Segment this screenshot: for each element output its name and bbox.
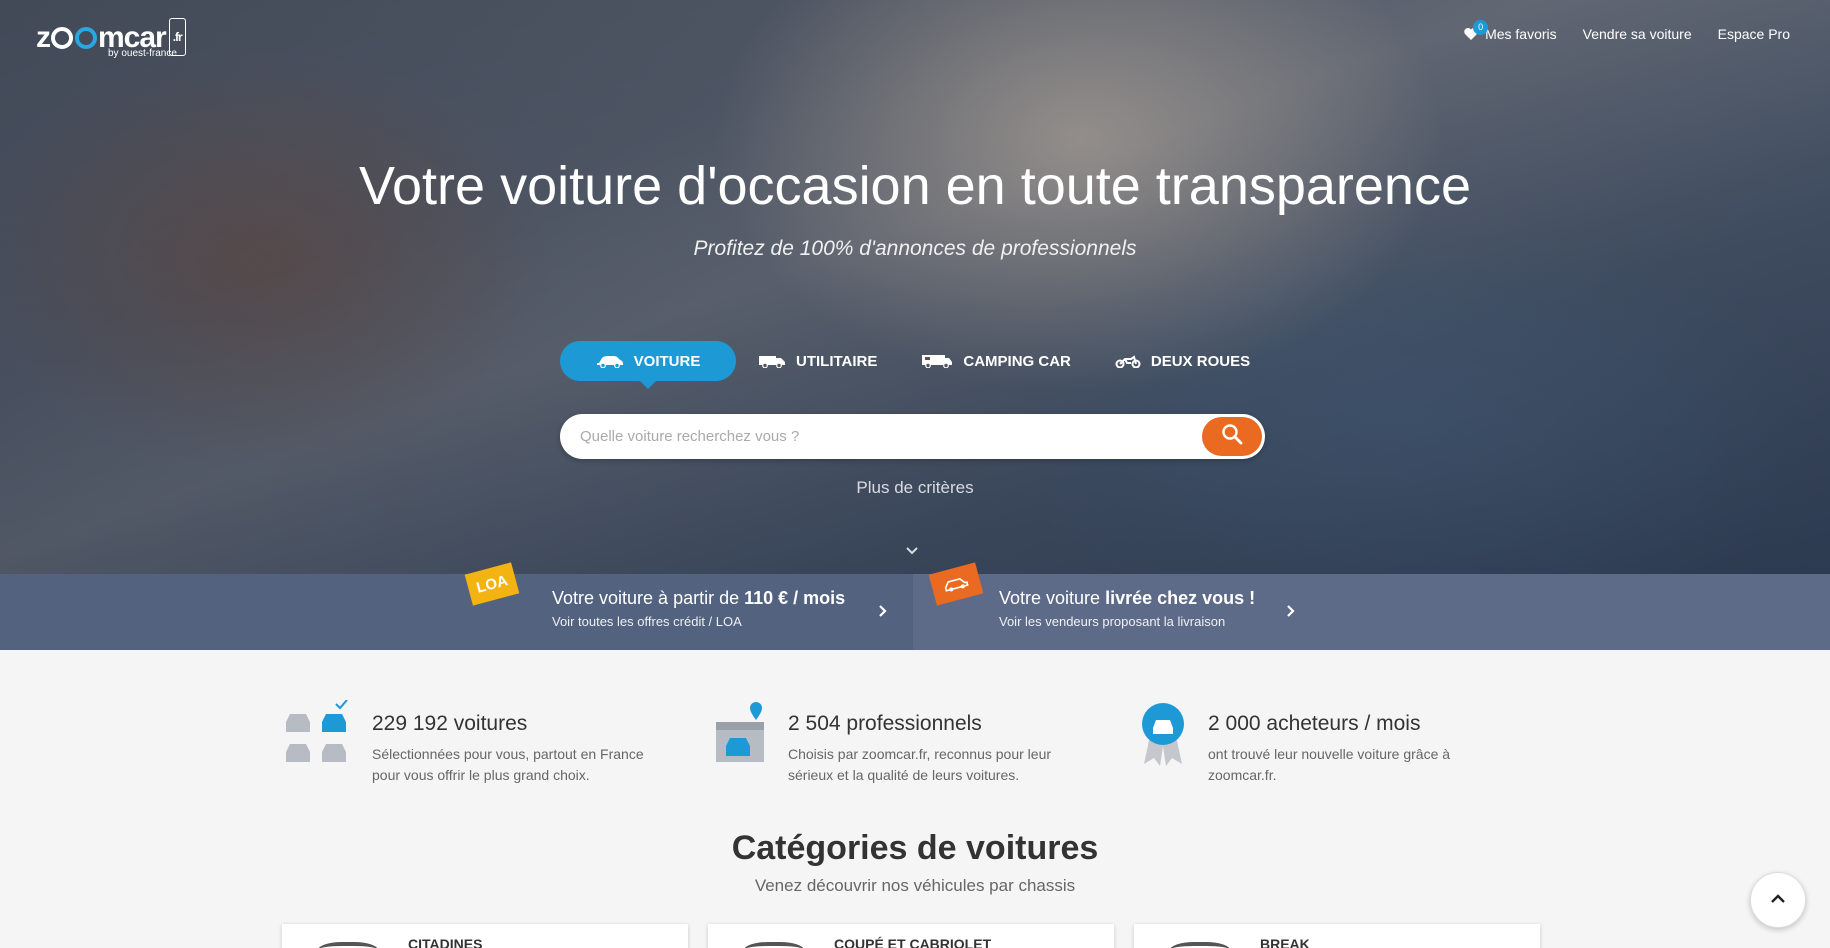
car-thumbnail bbox=[1170, 942, 1230, 948]
tab-voiture[interactable]: VOITURE bbox=[560, 341, 736, 389]
chevron-right-icon bbox=[1286, 604, 1296, 623]
favorites-link[interactable]: 0 Mes favoris bbox=[1463, 20, 1557, 42]
car-thumbnail bbox=[744, 942, 804, 948]
award-car-icon bbox=[1140, 700, 1186, 786]
sell-car-link[interactable]: Vendre sa voiture bbox=[1583, 26, 1692, 42]
category-card-citadines[interactable]: CITADINES bbox=[282, 924, 688, 948]
stat-desc-line: ont trouvé leur nouvelle voiture grâce à bbox=[1208, 746, 1451, 762]
categories-title: Catégories de voitures bbox=[731, 829, 1099, 867]
stat-text: 2 000 acheteurs / mois ont trouvé leur n… bbox=[1208, 700, 1450, 786]
categories-subtitle: Venez découvrir nos véhicules par chassi… bbox=[754, 876, 1076, 895]
tab-label: UTILITAIRE bbox=[796, 352, 878, 370]
promo-loa-price: 110 € / mois bbox=[744, 588, 846, 608]
motorbike-icon bbox=[1115, 354, 1141, 368]
stat-title: 2 000 acheteurs / mois bbox=[1208, 712, 1421, 735]
category-label: COUPÉ ET CABRIOLET bbox=[834, 936, 992, 948]
stat-professionals: 2 504 professionnels Choisis par zoomcar… bbox=[714, 700, 1051, 786]
promo-delivery-text: Votre voiture livrée chez vous ! Voir le… bbox=[999, 588, 1255, 629]
stat-desc-line: sérieux et la qualité de leurs voitures. bbox=[788, 767, 1020, 783]
stat-desc: Sélectionnées pour vous, partout en Fran… bbox=[372, 744, 644, 786]
tab-label: CAMPING CAR bbox=[963, 352, 1071, 370]
promo-loa[interactable]: Votre voiture à partir de 110 € / mois V… bbox=[0, 574, 913, 650]
logo-subtitle: by ouest-france bbox=[108, 48, 177, 59]
logo-o-icon bbox=[75, 27, 97, 49]
vehicle-type-tabs: VOITURE UTILITAIRE CAMPING CAR DEUX ROUE… bbox=[560, 341, 1272, 389]
camper-icon bbox=[921, 354, 953, 368]
stat-desc: ont trouvé leur nouvelle voiture grâce à… bbox=[1208, 744, 1450, 786]
more-criteria-link[interactable]: Plus de critères bbox=[0, 478, 1830, 498]
promo-delivery-sub: Voir les vendeurs proposant la livraison bbox=[999, 614, 1226, 629]
van-icon bbox=[758, 354, 786, 368]
search-bar bbox=[560, 414, 1265, 459]
promo-loa-sub: Voir toutes les offres crédit / LOA bbox=[552, 614, 742, 629]
promo-delivery-main: Votre voiture livrée chez vous ! bbox=[999, 588, 1255, 609]
promo-loa-main: Votre voiture à partir de 110 € / mois bbox=[552, 588, 845, 609]
stat-text: 2 504 professionnels Choisis par zoomcar… bbox=[788, 700, 1051, 786]
stat-desc-line: Choisis par zoomcar.fr, reconnus pour le… bbox=[788, 746, 1052, 762]
stat-desc: Choisis par zoomcar.fr, reconnus pour le… bbox=[788, 744, 1051, 786]
tab-label: VOITURE bbox=[633, 352, 701, 370]
promo-loa-prefix: Votre voiture à partir de bbox=[552, 588, 745, 608]
car-icon bbox=[596, 354, 624, 368]
chevron-down-icon[interactable] bbox=[905, 543, 919, 561]
stat-desc-line: zoomcar.fr. bbox=[1208, 767, 1277, 783]
category-cards: CITADINES COUPÉ ET CABRIOLET BREAK bbox=[282, 924, 1540, 948]
top-nav: 0 Mes favoris Vendre sa voiture Espace P… bbox=[1463, 20, 1790, 42]
tab-label: DEUX ROUES bbox=[1150, 352, 1251, 370]
stat-desc-line: pour vous offrir le plus grand choix. bbox=[372, 767, 590, 783]
search-input[interactable] bbox=[560, 414, 1202, 459]
logo-o-icon bbox=[51, 27, 73, 49]
promo-band: Votre voiture à partir de 110 € / mois V… bbox=[0, 562, 1830, 650]
promo-delivery-bold: livrée chez vous ! bbox=[1105, 588, 1256, 608]
stat-cars: 229 192 voitures Sélectionnées pour vous… bbox=[284, 699, 644, 786]
stat-title: 2 504 professionnels bbox=[788, 712, 982, 735]
tab-deux-roues[interactable]: DEUX ROUES bbox=[1093, 341, 1272, 381]
tab-utilitaire[interactable]: UTILITAIRE bbox=[736, 341, 899, 381]
hero-section: z mcar .fr by ouest-france 0 Mes favoris V… bbox=[0, 0, 1830, 574]
favorites-count-badge: 0 bbox=[1473, 20, 1489, 35]
stat-title: 229 192 voitures bbox=[372, 712, 528, 735]
chevron-right-icon bbox=[878, 604, 888, 623]
tab-camping-car[interactable]: CAMPING CAR bbox=[899, 341, 1093, 381]
stat-desc-line: Sélectionnées pour vous, partout en Fran… bbox=[372, 746, 644, 762]
search-button[interactable] bbox=[1202, 417, 1262, 456]
category-card-coupe[interactable]: COUPÉ ET CABRIOLET bbox=[708, 924, 1114, 948]
heart-icon: 0 bbox=[1463, 20, 1489, 42]
promo-delivery-prefix: Votre voiture bbox=[999, 588, 1106, 608]
promo-loa-text: Votre voiture à partir de 110 € / mois V… bbox=[552, 588, 845, 629]
category-label: BREAK bbox=[1260, 936, 1310, 948]
dealership-icon bbox=[714, 700, 766, 786]
category-label: CITADINES bbox=[408, 936, 483, 948]
scroll-to-top-button[interactable] bbox=[1750, 872, 1806, 928]
favorites-label: Mes favoris bbox=[1485, 26, 1557, 42]
hero-title: Votre voiture d'occasion en toute transp… bbox=[358, 156, 1471, 216]
logo[interactable]: z mcar .fr by ouest-france bbox=[36, 18, 196, 64]
pro-space-link[interactable]: Espace Pro bbox=[1718, 26, 1790, 42]
cars-selection-icon bbox=[284, 699, 350, 786]
car-thumbnail bbox=[318, 942, 378, 948]
category-card-break[interactable]: BREAK bbox=[1134, 924, 1540, 948]
chevron-up-icon bbox=[1770, 891, 1786, 909]
promo-delivery[interactable]: Votre voiture livrée chez vous ! Voir le… bbox=[913, 574, 1830, 650]
stat-text: 229 192 voitures Sélectionnées pour vous… bbox=[372, 700, 644, 786]
hero-subtitle: Profitez de 100% d'annonces de professio… bbox=[693, 237, 1137, 260]
search-icon bbox=[1221, 423, 1243, 450]
stat-buyers: 2 000 acheteurs / mois ont trouvé leur n… bbox=[1140, 700, 1450, 786]
